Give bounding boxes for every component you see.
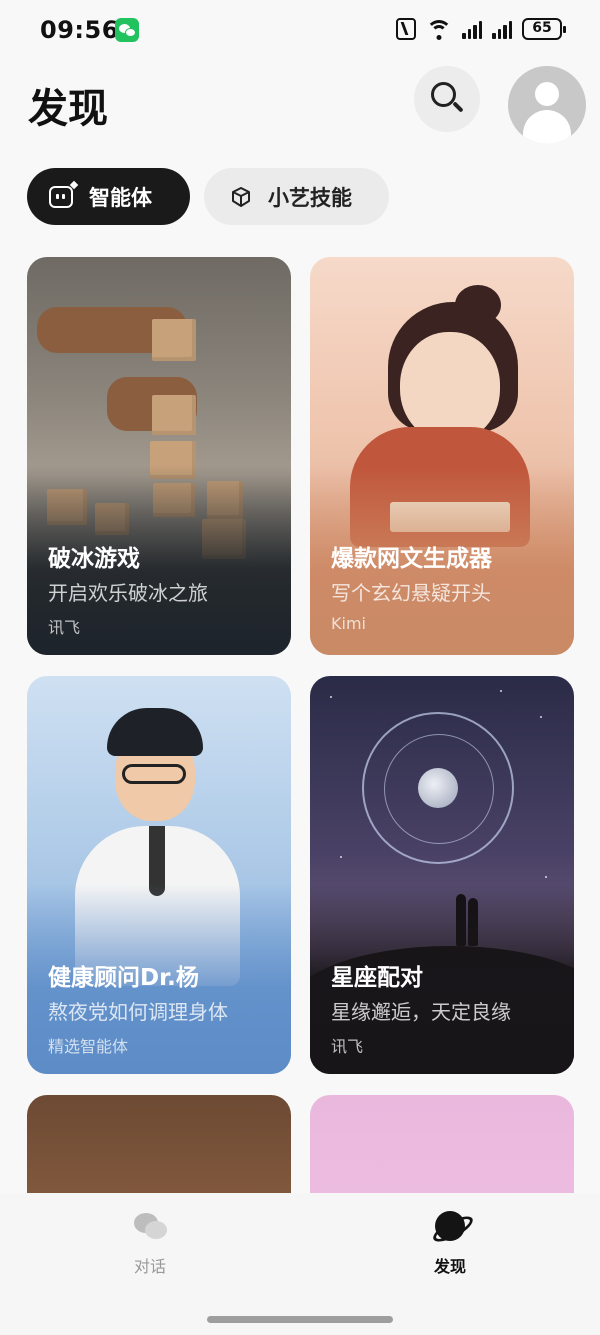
card-title: 爆款网文生成器 <box>331 546 492 572</box>
wechat-icon <box>115 18 139 42</box>
signal-icon <box>492 19 512 39</box>
agent-card-web-novel[interactable]: 爆款网文生成器 写个玄幻悬疑开头 Kimi <box>310 257 574 655</box>
agent-card-zodiac-match[interactable]: 星座配对 星缘邂逅，天定良缘 讯飞 <box>310 676 574 1074</box>
status-time: 09:56 <box>40 16 119 44</box>
nfc-icon <box>396 18 416 40</box>
card-source: 讯飞 <box>331 1037 364 1056</box>
card-title: 破冰游戏 <box>48 546 140 572</box>
card-title: 星座配对 <box>331 965 423 991</box>
avatar[interactable] <box>508 66 586 144</box>
card-source: Kimi <box>331 614 366 633</box>
bottom-nav: 对话 发现 <box>0 1193 600 1335</box>
nav-item-chat[interactable]: 对话 <box>110 1207 190 1277</box>
card-subtitle: 写个玄幻悬疑开头 <box>331 581 491 605</box>
search-button[interactable] <box>414 66 480 132</box>
chat-icon <box>131 1207 169 1245</box>
home-indicator[interactable] <box>207 1316 393 1323</box>
tab-agents-label: 智能体 <box>89 185 152 210</box>
signal-icon <box>462 19 482 39</box>
tab-xiaoyi-skills[interactable]: 小艺技能 <box>204 168 389 225</box>
cube-icon <box>230 186 252 208</box>
nav-label: 发现 <box>433 1257 466 1276</box>
nav-item-discover[interactable]: 发现 <box>410 1207 490 1277</box>
card-subtitle: 熬夜党如何调理身体 <box>48 1000 228 1024</box>
agent-card-icebreaker[interactable]: 破冰游戏 开启欢乐破冰之旅 讯飞 <box>27 257 291 655</box>
tab-xiaoyi-skills-label: 小艺技能 <box>268 185 352 210</box>
user-avatar-icon <box>535 82 559 106</box>
wifi-icon <box>426 18 452 40</box>
nav-label: 对话 <box>133 1257 166 1276</box>
agent-icon <box>49 185 73 208</box>
card-source: 精选智能体 <box>48 1037 129 1056</box>
status-bar: 09:56 65 <box>0 0 600 62</box>
battery-icon: 65 <box>522 18 566 40</box>
card-subtitle: 开启欢乐破冰之旅 <box>48 581 208 605</box>
planet-icon <box>431 1207 469 1245</box>
discover-screen: 09:56 65 发现 智能体 小艺技能 破冰游戏 开启欢乐破冰之旅 讯飞 爆款… <box>0 0 600 1335</box>
agent-card-health-advisor[interactable]: 健康顾问Dr.杨 熬夜党如何调理身体 精选智能体 <box>27 676 291 1074</box>
page-title: 发现 <box>28 86 108 132</box>
card-source: 讯飞 <box>48 618 81 637</box>
card-title: 健康顾问Dr.杨 <box>48 965 199 991</box>
card-subtitle: 星缘邂逅，天定良缘 <box>331 1000 511 1024</box>
status-icons: 65 <box>396 18 566 40</box>
battery-level: 65 <box>532 20 552 36</box>
tab-agents[interactable]: 智能体 <box>27 168 190 225</box>
